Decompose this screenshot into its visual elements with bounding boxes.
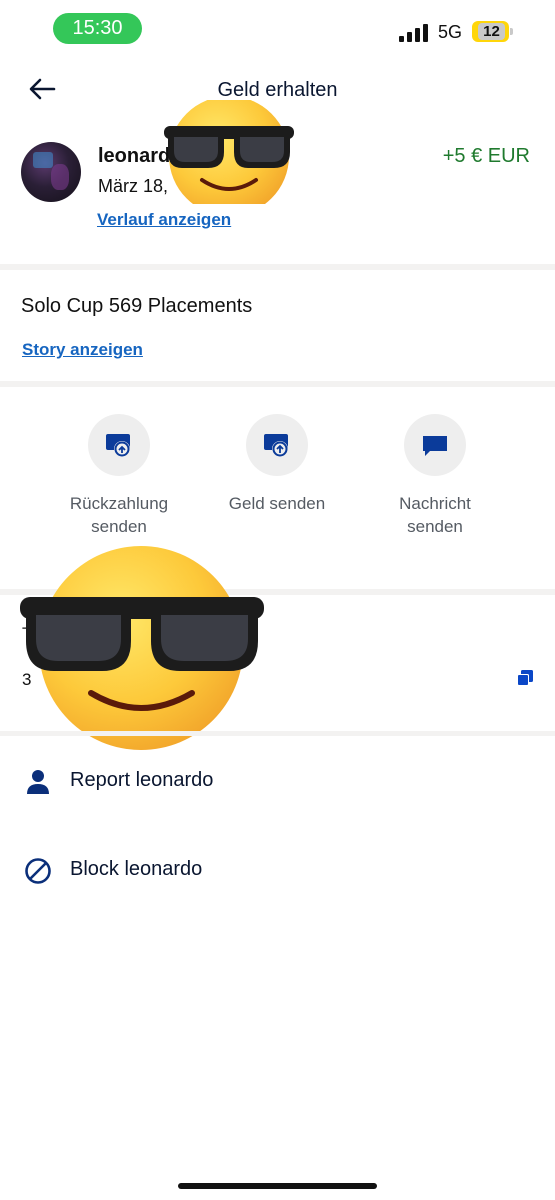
- network-type: 5G: [438, 22, 463, 42]
- status-bar: 15:30 5G 12: [0, 0, 555, 58]
- refund-icon: [88, 414, 150, 476]
- status-time: 15:30: [53, 13, 142, 44]
- report-label: Report leonardo: [70, 769, 214, 791]
- message-icon: [404, 414, 466, 476]
- report-button[interactable]: Report leonardo: [0, 758, 555, 806]
- send-money-button[interactable]: Geld senden: [197, 414, 357, 515]
- refund-button[interactable]: Rückzahlung senden: [39, 414, 199, 538]
- sunglasses-emoji-icon: [18, 545, 266, 753]
- block-button[interactable]: Block leonardo: [0, 847, 555, 895]
- sunglasses-emoji-icon: [164, 96, 294, 216]
- story-link[interactable]: Story anzeigen: [22, 340, 143, 360]
- copy-icon[interactable]: [515, 668, 535, 688]
- page-title: Geld erhalten: [217, 79, 338, 101]
- sender-name: leonardo: [98, 145, 183, 167]
- divider: [0, 264, 555, 270]
- battery-level: 12: [478, 23, 505, 40]
- transaction-date: März 18,: [98, 176, 169, 196]
- message-button[interactable]: Nachricht senden: [355, 414, 515, 538]
- block-label: Block leonardo: [70, 858, 203, 880]
- message-label: Nachricht senden: [399, 494, 471, 536]
- battery-icon: 12: [472, 21, 509, 42]
- block-icon: [24, 857, 52, 885]
- history-link[interactable]: Verlauf anzeigen: [97, 210, 231, 230]
- transaction-amount: +5 € EUR: [442, 145, 530, 167]
- transaction-id-label: T: [22, 624, 33, 643]
- battery-tip: [510, 28, 513, 35]
- divider: [0, 731, 555, 736]
- person-icon: [24, 768, 52, 796]
- divider: [0, 589, 555, 595]
- send-money-label: Geld senden: [228, 494, 326, 513]
- refund-label: Rückzahlung senden: [69, 494, 169, 536]
- divider: [0, 381, 555, 387]
- transaction-note: Solo Cup 569 Placements: [21, 295, 253, 317]
- signal-icon: [399, 24, 429, 42]
- transaction-id: 3: [22, 670, 32, 689]
- home-indicator[interactable]: [178, 1183, 377, 1189]
- send-money-icon: [246, 414, 308, 476]
- avatar: [21, 142, 81, 202]
